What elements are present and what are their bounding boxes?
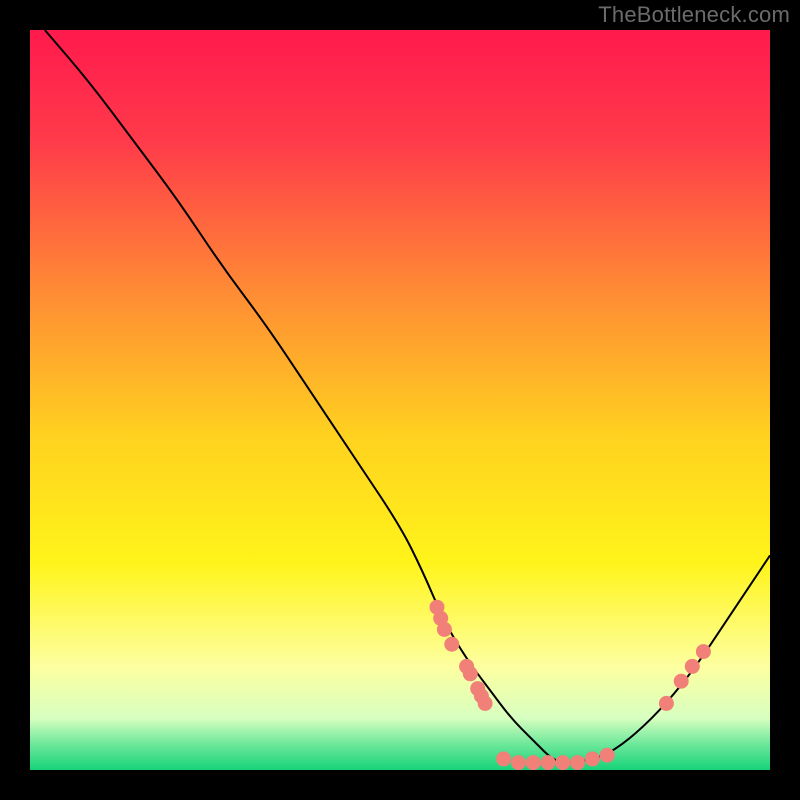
marker-dot (555, 755, 570, 770)
marker-dot (685, 659, 700, 674)
marker-dot (526, 755, 541, 770)
watermark-text: TheBottleneck.com (598, 2, 790, 28)
marker-dot (444, 637, 459, 652)
chart-svg (30, 30, 770, 770)
marker-dot (437, 622, 452, 637)
marker-dot (541, 755, 556, 770)
marker-dot (570, 755, 585, 770)
marker-dot (585, 751, 600, 766)
marker-dot (496, 751, 511, 766)
marker-dot (600, 748, 615, 763)
chart-stage: TheBottleneck.com (0, 0, 800, 800)
marker-dot (696, 644, 711, 659)
marker-dot (511, 755, 526, 770)
heat-gradient-rect (30, 30, 770, 770)
marker-dot (674, 674, 689, 689)
marker-dot (463, 666, 478, 681)
marker-dot (478, 696, 493, 711)
marker-dot (659, 696, 674, 711)
plot-area (30, 30, 770, 770)
